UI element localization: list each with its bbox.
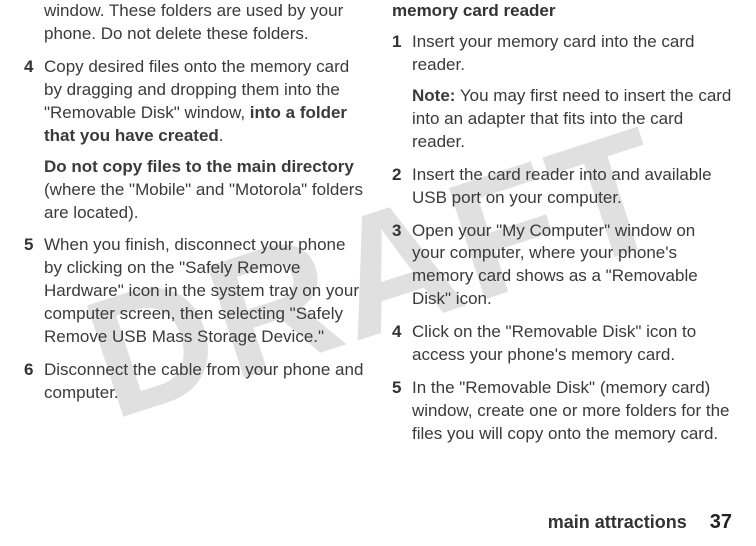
note-label: Note: — [412, 86, 455, 105]
step-number: 5 — [24, 234, 44, 349]
step-number: 2 — [392, 164, 412, 210]
step-body: Open your "My Computer" window on your c… — [412, 220, 732, 312]
footer-page-number: 37 — [710, 511, 732, 533]
step-number: 4 — [392, 321, 412, 367]
step-body: Insert the card reader into and availabl… — [412, 164, 732, 210]
note-rest: You may first need to insert the card in… — [412, 86, 731, 151]
section-heading: memory card reader — [392, 0, 732, 23]
right-step-2: 2 Insert the card reader into and availa… — [392, 164, 732, 210]
step-body: Insert your memory card into the card re… — [412, 31, 732, 154]
step4-subnote: Do not copy files to the main directory … — [44, 156, 364, 225]
step4-sub-bold: Do not copy files to the main directory — [44, 157, 354, 176]
footer-section-name: main attractions — [548, 512, 687, 532]
step-body: When you finish, disconnect your phone b… — [44, 234, 364, 349]
left-step-4: 4 Copy desired files onto the memory car… — [24, 56, 364, 225]
right-step-5: 5 In the "Removable Disk" (memory card) … — [392, 377, 732, 446]
step-number: 4 — [24, 56, 44, 225]
step-number: 1 — [392, 31, 412, 154]
left-step-5: 5 When you finish, disconnect your phone… — [24, 234, 364, 349]
step-number: 5 — [392, 377, 412, 446]
step-body: In the "Removable Disk" (memory card) wi… — [412, 377, 732, 446]
step-body: Disconnect the cable from your phone and… — [44, 359, 364, 405]
step-number: 6 — [24, 359, 44, 405]
step-body: Copy desired files onto the memory card … — [44, 56, 364, 225]
left-column: window. These folders are used by your p… — [24, 0, 364, 456]
left-step-6: 6 Disconnect the cable from your phone a… — [24, 359, 364, 405]
right-step-4: 4 Click on the "Removable Disk" icon to … — [392, 321, 732, 367]
right-step-3: 3 Open your "My Computer" window on your… — [392, 220, 732, 312]
right-step-1: 1 Insert your memory card into the card … — [392, 31, 732, 154]
step-body: Click on the "Removable Disk" icon to ac… — [412, 321, 732, 367]
right-column: memory card reader 1 Insert your memory … — [392, 0, 732, 456]
intro-continuation: window. These folders are used by your p… — [44, 0, 364, 46]
step4-sub-rest: (where the "Mobile" and "Motorola" folde… — [44, 180, 363, 222]
step4-text-c: . — [219, 126, 224, 145]
page-columns: window. These folders are used by your p… — [0, 0, 756, 456]
step-number: 3 — [392, 220, 412, 312]
step1-text: Insert your memory card into the card re… — [412, 32, 695, 74]
step1-note: Note: You may first need to insert the c… — [412, 85, 732, 154]
page-footer: main attractions 37 — [548, 511, 732, 534]
